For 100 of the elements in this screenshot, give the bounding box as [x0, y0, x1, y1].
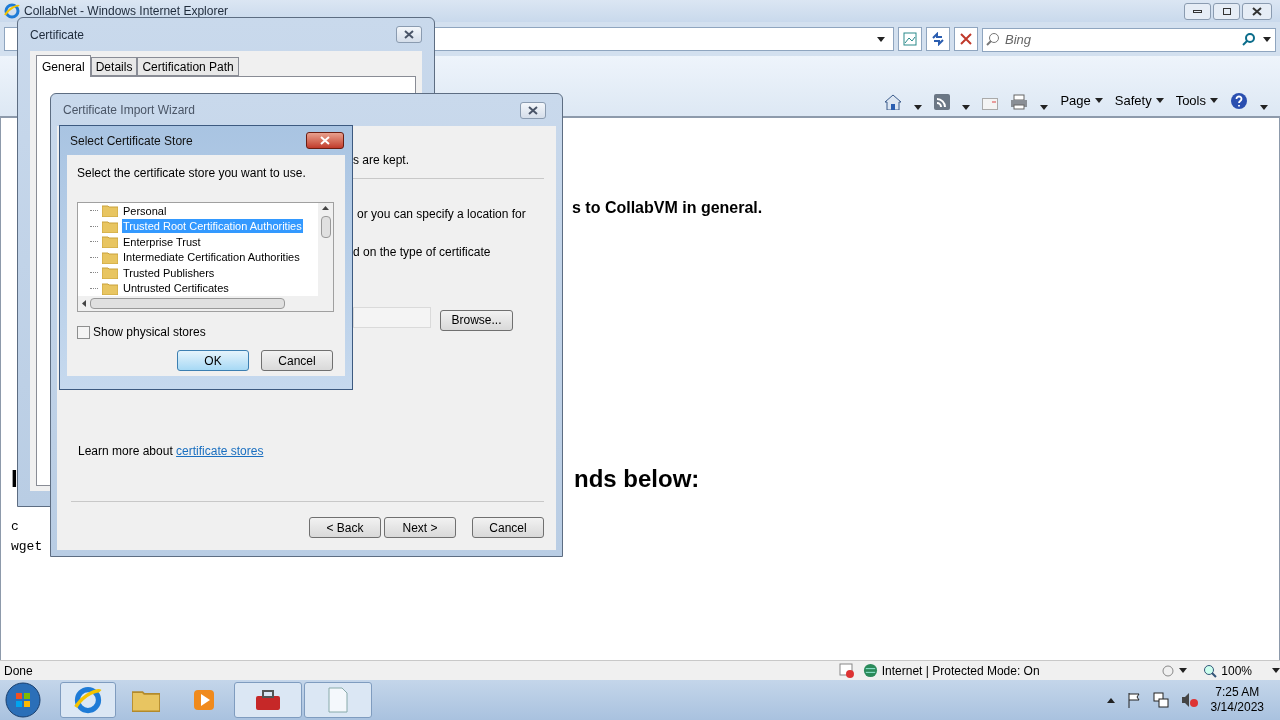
tray-arrow-icon[interactable] [1106, 697, 1115, 703]
stop-icon [960, 33, 972, 45]
store-item[interactable]: Untrusted Certificates [122, 281, 230, 296]
caret-icon [1094, 97, 1103, 103]
browser-logo-icon [4, 3, 20, 19]
refresh-icon [931, 32, 945, 46]
scroll-thumb[interactable] [90, 298, 285, 309]
vertical-scrollbar[interactable] [318, 203, 333, 296]
minimize-button[interactable] [1184, 2, 1211, 20]
refresh-button[interactable] [926, 27, 950, 51]
taskbar-document[interactable] [304, 682, 372, 718]
feed-icon[interactable] [934, 94, 951, 110]
page-heading: I [11, 467, 18, 491]
taskbar-toolbox[interactable] [234, 682, 302, 718]
folder-icon [102, 235, 118, 249]
status-text: Done [3, 662, 34, 680]
back-button[interactable]: < Back [309, 517, 381, 538]
folder-icon [102, 219, 118, 233]
blocked-icon [838, 662, 855, 679]
caret-icon [962, 105, 971, 110]
minimize-icon [1193, 9, 1202, 13]
close-icon [404, 30, 414, 39]
certificate-stores-link[interactable]: certificate stores [176, 444, 264, 458]
store-field[interactable] [353, 307, 431, 328]
command-menu[interactable]: Safety [1114, 90, 1164, 110]
window-title: CollabNet - Windows Internet Explorer [24, 3, 229, 20]
network-icon[interactable] [1152, 692, 1169, 708]
instruction-text: Select the certificate store you want to use. [77, 165, 307, 182]
restore-icon [1222, 7, 1231, 15]
zoom-level[interactable]: 100% [1221, 661, 1252, 680]
dialog-tab[interactable]: Certification Path [137, 57, 239, 76]
toolbox-icon [254, 688, 282, 712]
clock-time: 7:25 AM [1215, 685, 1260, 700]
page-chart-icon [903, 32, 917, 46]
browser-logo-icon [74, 686, 102, 714]
close-icon [528, 105, 538, 115]
printer-icon[interactable] [1010, 94, 1029, 110]
close-button[interactable] [306, 132, 344, 149]
caret-icon [1272, 668, 1280, 673]
folder-icon [102, 204, 118, 218]
code-text: c [11, 520, 19, 533]
store-item[interactable]: Personal [122, 203, 168, 218]
dialog-title: Select Certificate Store [70, 132, 193, 150]
help-icon[interactable] [1230, 92, 1248, 110]
page-heading: nds below: [574, 467, 700, 491]
close-icon [1252, 6, 1262, 16]
clock-date: 3/14/2023 [1210, 700, 1264, 715]
close-button[interactable] [1242, 2, 1272, 20]
search-icon[interactable] [1242, 32, 1256, 46]
caret-icon [1210, 97, 1218, 103]
scroll-left-icon[interactable] [82, 300, 86, 307]
browse-button[interactable]: Browse... [440, 309, 513, 331]
speaker-muted-icon[interactable] [1180, 692, 1199, 708]
scroll-thumb[interactable] [320, 216, 331, 238]
page-text: s to CollabVM in general. [572, 200, 763, 216]
taskbar-browser[interactable] [60, 682, 116, 718]
caret-icon [914, 105, 923, 110]
wizard-text: d on the type of certificate [353, 244, 491, 261]
next-button[interactable]: Next > [384, 517, 456, 538]
caret-icon [1260, 105, 1268, 110]
folder-icon [102, 266, 118, 280]
store-item[interactable]: Enterprise Trust [122, 234, 202, 249]
dialog-tab[interactable]: Details [90, 57, 138, 76]
play-icon [192, 688, 216, 712]
restore-button[interactable] [1213, 2, 1240, 20]
scroll-up-icon[interactable] [322, 206, 329, 210]
checkbox-label: Show physical stores [93, 324, 206, 341]
caret-icon [1179, 668, 1188, 673]
start-button[interactable] [4, 681, 42, 719]
zoom-icon [1203, 663, 1218, 678]
code-text: wget [11, 540, 43, 553]
folder-icon [102, 250, 118, 264]
security-zone[interactable]: Internet | Protected Mode: On [881, 661, 1162, 680]
folder-icon [132, 688, 160, 712]
search-icon [986, 32, 1000, 46]
command-menu[interactable]: Tools [1175, 90, 1218, 110]
dialog-tab[interactable]: General [36, 55, 91, 77]
caret-icon [1040, 105, 1049, 110]
document-icon [327, 687, 349, 713]
stop-button[interactable] [954, 27, 978, 51]
flag-icon[interactable] [1126, 692, 1141, 708]
close-icon [320, 136, 330, 145]
search-field[interactable]: Bing [982, 27, 1276, 52]
checkbox[interactable] [77, 325, 90, 339]
dialog-title: Certificate Import Wizard [63, 102, 196, 119]
home-icon[interactable] [884, 94, 903, 110]
horizontal-scrollbar[interactable] [78, 296, 333, 311]
command-menu[interactable]: Page [1060, 90, 1103, 110]
learn-more-text: Learn more about certificate stores [78, 443, 264, 460]
cancel-button[interactable]: Cancel [472, 517, 544, 538]
store-item[interactable]: Trusted Publishers [122, 265, 216, 280]
ok-button[interactable]: OK [177, 350, 249, 371]
wizard-text: s are kept. [353, 152, 410, 169]
caret-icon [1155, 97, 1164, 103]
close-button[interactable] [396, 26, 422, 43]
wizard-text: or you can specify a location for [357, 206, 526, 223]
close-button[interactable] [520, 101, 546, 119]
store-item[interactable]: Intermediate Certification Authorities [122, 250, 301, 265]
cancel-button[interactable]: Cancel [261, 350, 333, 371]
caret-icon[interactable] [1263, 37, 1271, 42]
